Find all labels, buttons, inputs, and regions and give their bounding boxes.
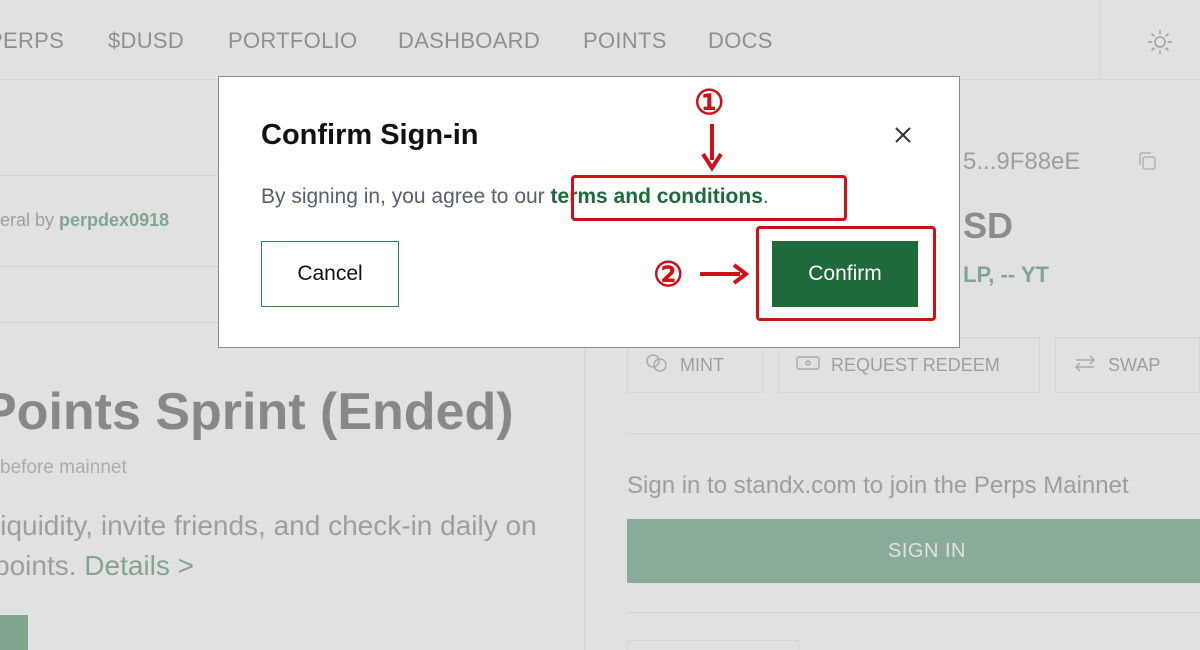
referral-line: eral by perpdex0918 [0, 210, 169, 231]
ticket-icon [795, 353, 821, 378]
swap-label: SWAP [1108, 354, 1161, 375]
mint-label: MINT [680, 354, 724, 375]
nav-item-perps[interactable]: PERPS [0, 28, 64, 54]
copy-icon[interactable] [1136, 150, 1158, 172]
referral-user[interactable]: perpdex0918 [59, 210, 169, 230]
cancel-button[interactable]: Cancel [261, 241, 399, 307]
divider [627, 612, 1200, 613]
balance-unit: SD [963, 205, 1014, 246]
column-divider [584, 320, 585, 650]
sprint-desc-line2: points. [0, 550, 77, 581]
annotation-step-2: ② [653, 256, 684, 294]
annotation-box-terms [571, 175, 847, 221]
sprint-title: Points Sprint (Ended) [0, 383, 514, 441]
nav-item-dusd[interactable]: $DUSD [108, 28, 184, 54]
annotation-arrow-right [700, 263, 750, 285]
nav-item-docs[interactable]: DOCS [708, 28, 773, 54]
page: PERPS $DUSD PORTFOLIO DASHBOARD POINTS D… [0, 0, 1200, 650]
swap-arrows-icon [1072, 353, 1098, 378]
lp-yt-balance: LP, -- YT [963, 262, 1049, 287]
signin-hint: Sign in to standx.com to join the Perps … [627, 472, 1129, 499]
sprint-subtitle: before mainnet [0, 457, 127, 478]
coins-icon [644, 352, 670, 379]
close-icon[interactable] [889, 121, 917, 149]
nav-item-portfolio[interactable]: PORTFOLIO [228, 28, 357, 54]
sprint-description: liquidity, invite friends, and check-in … [0, 506, 600, 586]
modal-body-prefix: By signing in, you agree to our [261, 185, 545, 208]
swap-button[interactable]: SWAP [1055, 337, 1200, 393]
annotation-arrow-down [701, 124, 723, 172]
tab-box[interactable] [627, 640, 799, 650]
sign-in-button[interactable]: SIGN IN [627, 519, 1200, 583]
annotation-box-confirm [756, 226, 936, 321]
wallet-address: 5...9F88eE [963, 148, 1081, 175]
nav-item-points[interactable]: POINTS [583, 28, 667, 54]
sun-icon[interactable] [1146, 28, 1174, 56]
referral-prefix: eral by [0, 210, 55, 230]
modal-title: Confirm Sign-in [261, 119, 479, 151]
top-nav: PERPS $DUSD PORTFOLIO DASHBOARD POINTS D… [0, 0, 1200, 80]
sprint-desc-line1: liquidity, invite friends, and check-in … [0, 510, 537, 541]
details-link[interactable]: Details > [84, 550, 194, 581]
request-redeem-label: REQUEST REDEEM [831, 354, 1000, 375]
divider [0, 266, 240, 267]
divider [627, 433, 1200, 434]
nav-item-dashboard[interactable]: DASHBOARD [398, 28, 540, 54]
divider [0, 175, 240, 176]
join-button[interactable] [0, 615, 28, 650]
nav-divider [1100, 0, 1101, 80]
annotation-step-1: ① [694, 84, 725, 122]
